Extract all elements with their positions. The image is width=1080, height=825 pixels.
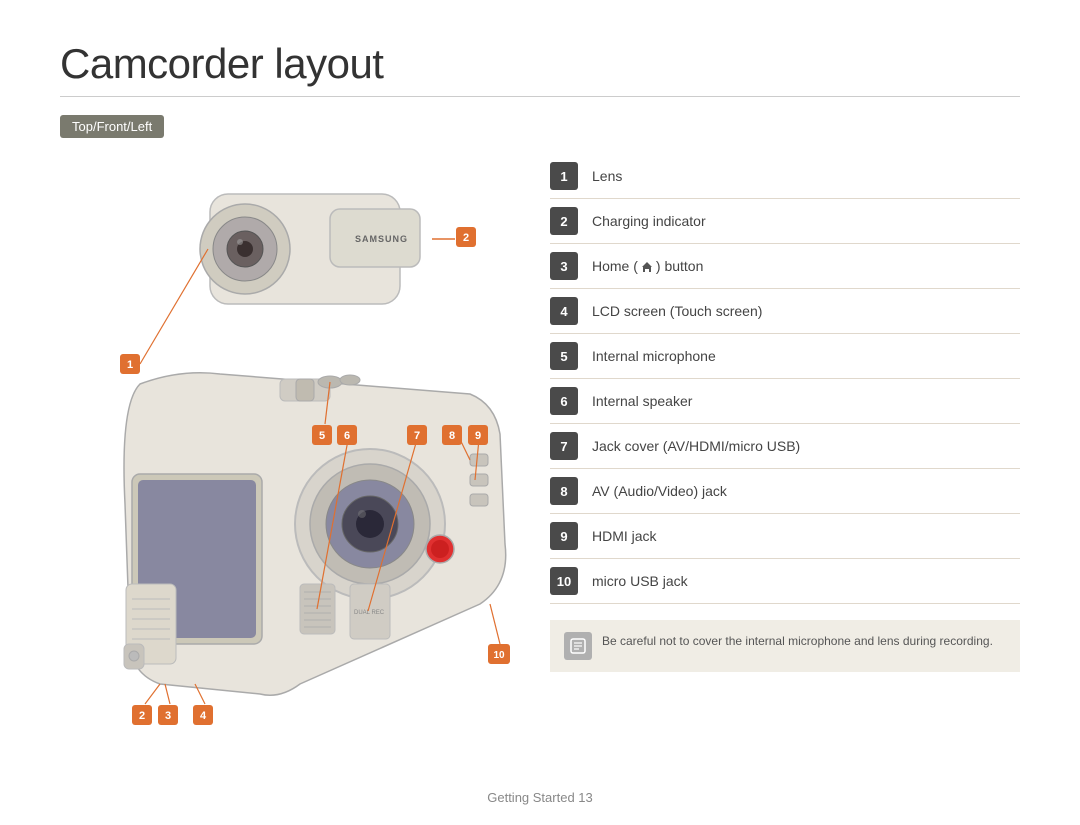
- section-badge: Top/Front/Left: [60, 115, 164, 138]
- note-text: Be careful not to cover the internal mic…: [602, 632, 993, 650]
- svg-text:8: 8: [449, 430, 455, 442]
- component-row: 4 LCD screen (Touch screen): [550, 289, 1020, 334]
- component-row: 10 micro USB jack: [550, 559, 1020, 604]
- page-title: Camcorder layout: [60, 40, 1020, 88]
- component-row: 9 HDMI jack: [550, 514, 1020, 559]
- component-row: 8 AV (Audio/Video) jack: [550, 469, 1020, 514]
- title-divider: [60, 96, 1020, 97]
- component-number: 9: [550, 522, 578, 550]
- diagram-area: SAMSUNG 2: [60, 154, 520, 774]
- svg-text:DUAL REC: DUAL REC: [354, 610, 385, 616]
- component-list: 1 Lens 2 Charging indicator 3 Home () button 4…: [550, 154, 1020, 774]
- svg-text:6: 6: [344, 430, 350, 442]
- svg-text:2: 2: [139, 710, 145, 722]
- component-label: Lens: [592, 168, 622, 184]
- svg-text:9: 9: [475, 430, 481, 442]
- footer: Getting Started 13: [0, 790, 1080, 805]
- svg-text:2: 2: [463, 232, 469, 244]
- component-row: 1 Lens: [550, 154, 1020, 199]
- component-number: 2: [550, 207, 578, 235]
- component-number: 4: [550, 297, 578, 325]
- camcorder-diagram: SAMSUNG 2: [60, 154, 520, 774]
- component-number: 8: [550, 477, 578, 505]
- component-row: 6 Internal speaker: [550, 379, 1020, 424]
- component-label: Jack cover (AV/HDMI/micro USB): [592, 438, 800, 454]
- component-number: 3: [550, 252, 578, 280]
- component-number: 10: [550, 567, 578, 595]
- component-number: 5: [550, 342, 578, 370]
- component-label: micro USB jack: [592, 573, 688, 589]
- component-row: 5 Internal microphone: [550, 334, 1020, 379]
- component-label: Charging indicator: [592, 213, 706, 229]
- component-number: 1: [550, 162, 578, 190]
- svg-text:7: 7: [414, 430, 420, 442]
- note-box: Be careful not to cover the internal mic…: [550, 620, 1020, 672]
- component-label: AV (Audio/Video) jack: [592, 483, 727, 499]
- component-label: Internal speaker: [592, 393, 692, 409]
- svg-text:4: 4: [200, 710, 207, 722]
- component-label: Internal microphone: [592, 348, 716, 364]
- component-number: 7: [550, 432, 578, 460]
- content-area: SAMSUNG 2: [60, 154, 1020, 774]
- component-row: 7 Jack cover (AV/HDMI/micro USB): [550, 424, 1020, 469]
- svg-text:3: 3: [165, 710, 171, 722]
- note-icon: [564, 632, 592, 660]
- page: Camcorder layout Top/Front/Left SAMSUNG: [0, 0, 1080, 825]
- svg-text:1: 1: [127, 359, 133, 371]
- component-label: LCD screen (Touch screen): [592, 303, 762, 319]
- svg-text:5: 5: [319, 430, 325, 442]
- component-row: 3 Home () button: [550, 244, 1020, 289]
- component-number: 6: [550, 387, 578, 415]
- component-label: Home () button: [592, 258, 703, 274]
- svg-text:10: 10: [493, 650, 505, 661]
- component-row: 2 Charging indicator: [550, 199, 1020, 244]
- svg-text:SAMSUNG: SAMSUNG: [355, 234, 408, 244]
- component-label: HDMI jack: [592, 528, 657, 544]
